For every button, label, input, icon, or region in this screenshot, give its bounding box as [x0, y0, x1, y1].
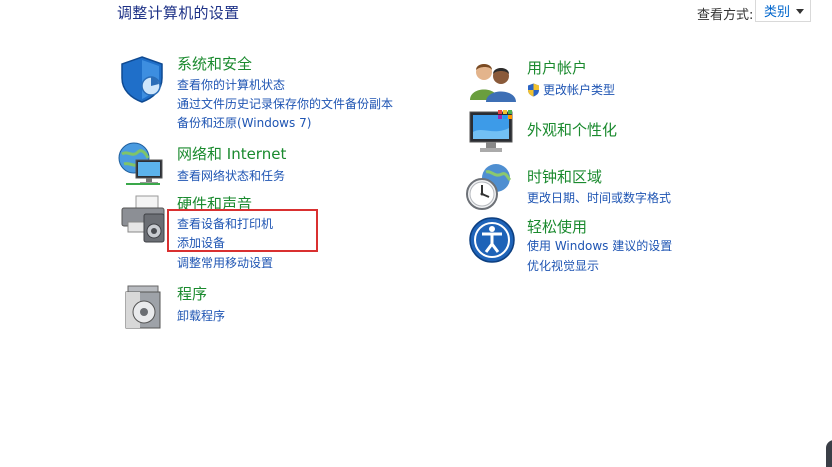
- category-clock-region[interactable]: 时钟和区域: [527, 166, 602, 187]
- link-file-history-backup[interactable]: 通过文件历史记录保存你的文件备份副本: [177, 95, 393, 112]
- link-network-status[interactable]: 查看网络状态和任务: [177, 167, 285, 184]
- security-shield-icon[interactable]: [118, 54, 168, 104]
- clock-globe-icon[interactable]: [466, 162, 516, 212]
- view-by-value: 类别: [764, 5, 791, 20]
- category-programs[interactable]: 程序: [177, 283, 207, 304]
- appearance-monitor-icon[interactable]: [468, 108, 518, 158]
- link-backup-restore[interactable]: 备份和还原(Windows 7): [177, 114, 311, 131]
- link-mobility-settings[interactable]: 调整常用移动设置: [177, 254, 273, 271]
- link-optimize-visual-display[interactable]: 优化视觉显示: [527, 257, 599, 274]
- category-user-accounts[interactable]: 用户帐户: [527, 57, 587, 78]
- link-view-computer-status[interactable]: 查看你的计算机状态: [177, 76, 285, 93]
- link-change-account-type[interactable]: 更改帐户类型: [527, 81, 615, 98]
- link-change-account-type-label: 更改帐户类型: [543, 83, 616, 97]
- page-title: 调整计算机的设置: [117, 4, 240, 22]
- category-appearance-personalization[interactable]: 外观和个性化: [527, 119, 617, 140]
- programs-icon[interactable]: [118, 282, 168, 332]
- printer-speaker-icon[interactable]: [118, 194, 168, 244]
- view-by-dropdown[interactable]: 类别: [755, 0, 811, 22]
- chevron-down-icon: [796, 9, 805, 14]
- control-panel-page: 调整计算机的设置 查看方式: 类别 系统和安全 查看你的计算机状态 通过文件历史…: [0, 0, 832, 467]
- link-uninstall-program[interactable]: 卸载程序: [177, 307, 225, 324]
- category-ease-of-access[interactable]: 轻松使用: [527, 216, 587, 237]
- window-edge-decoration: [826, 440, 832, 467]
- uac-shield-icon: [528, 83, 539, 96]
- category-network-internet[interactable]: 网络和 Internet: [177, 143, 286, 164]
- network-globe-icon[interactable]: [116, 140, 166, 190]
- category-system-security[interactable]: 系统和安全: [177, 53, 252, 74]
- ease-of-access-icon[interactable]: [468, 216, 518, 266]
- view-by-label: 查看方式:: [697, 8, 754, 23]
- link-windows-recommended-settings[interactable]: 使用 Windows 建议的设置: [527, 237, 672, 254]
- highlight-box: [167, 209, 318, 252]
- user-accounts-icon[interactable]: [468, 56, 518, 106]
- link-change-date-time-format[interactable]: 更改日期、时间或数字格式: [527, 189, 671, 206]
